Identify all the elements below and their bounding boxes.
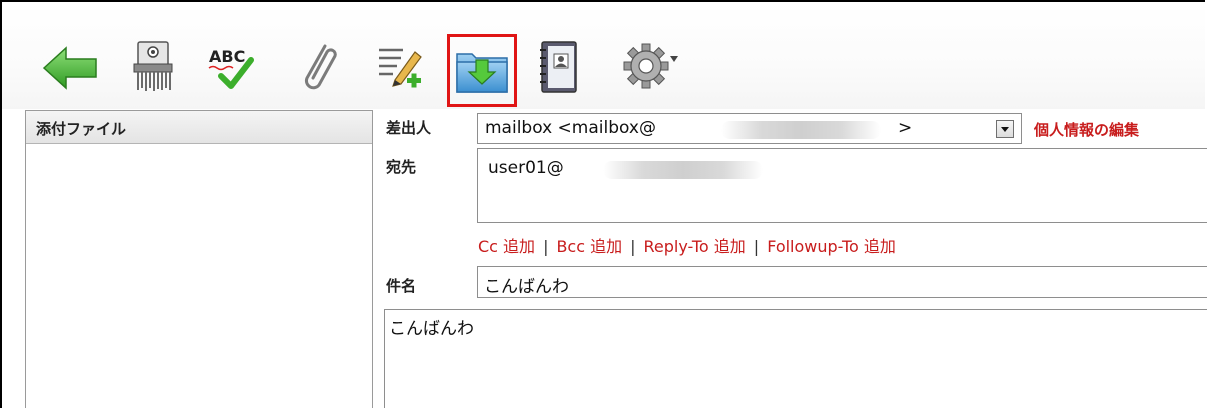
- back-arrow-icon[interactable]: [40, 38, 100, 102]
- reply-to-add-link[interactable]: Reply-To 追加: [644, 237, 746, 256]
- separator: |: [543, 237, 549, 256]
- add-header-links: Cc 追加 | Bcc 追加 | Reply-To 追加 | Followup-To 追加: [478, 233, 896, 257]
- cc-add-link[interactable]: Cc 追加: [478, 237, 535, 256]
- from-value-prefix: mailbox <mailbox@: [485, 118, 656, 138]
- separator: |: [630, 237, 636, 256]
- body-value: こんばんわ: [389, 319, 474, 339]
- paperclip-icon[interactable]: [295, 38, 355, 102]
- shredder-icon[interactable]: [130, 38, 190, 102]
- attachments-header: 添付ファイル: [26, 111, 372, 144]
- from-label: 差出人: [386, 119, 432, 137]
- gear-icon[interactable]: [622, 38, 682, 102]
- address-book-icon[interactable]: [532, 38, 592, 102]
- to-field[interactable]: user01@: [477, 148, 1207, 223]
- to-label: 宛先: [386, 158, 417, 176]
- toolbar-highlight-box: [447, 34, 517, 107]
- followup-to-add-link[interactable]: Followup-To 追加: [767, 237, 896, 256]
- redacted-blur: [603, 161, 763, 179]
- spellcheck-abc-text: ABC: [209, 47, 245, 66]
- edit-add-icon[interactable]: [375, 38, 435, 102]
- separator: |: [753, 237, 760, 256]
- spellcheck-icon[interactable]: ABC: [205, 38, 265, 102]
- from-value-suffix: >: [898, 118, 913, 138]
- subject-value: こんばんわ: [484, 277, 569, 297]
- from-select[interactable]: mailbox <mailbox@ >: [477, 113, 1022, 144]
- toolbar: ABC: [2, 2, 1205, 109]
- redacted-blur: [721, 121, 881, 139]
- to-value: user01@: [488, 158, 564, 178]
- body-textarea[interactable]: こんばんわ: [384, 309, 1207, 408]
- attachments-panel: 添付ファイル: [25, 110, 373, 408]
- edit-profile-link[interactable]: 個人情報の編集: [1034, 119, 1139, 140]
- chevron-down-icon[interactable]: [996, 120, 1014, 138]
- subject-label: 件名: [386, 277, 417, 295]
- bcc-add-link[interactable]: Bcc 追加: [556, 237, 622, 256]
- subject-input[interactable]: こんばんわ: [477, 266, 1207, 298]
